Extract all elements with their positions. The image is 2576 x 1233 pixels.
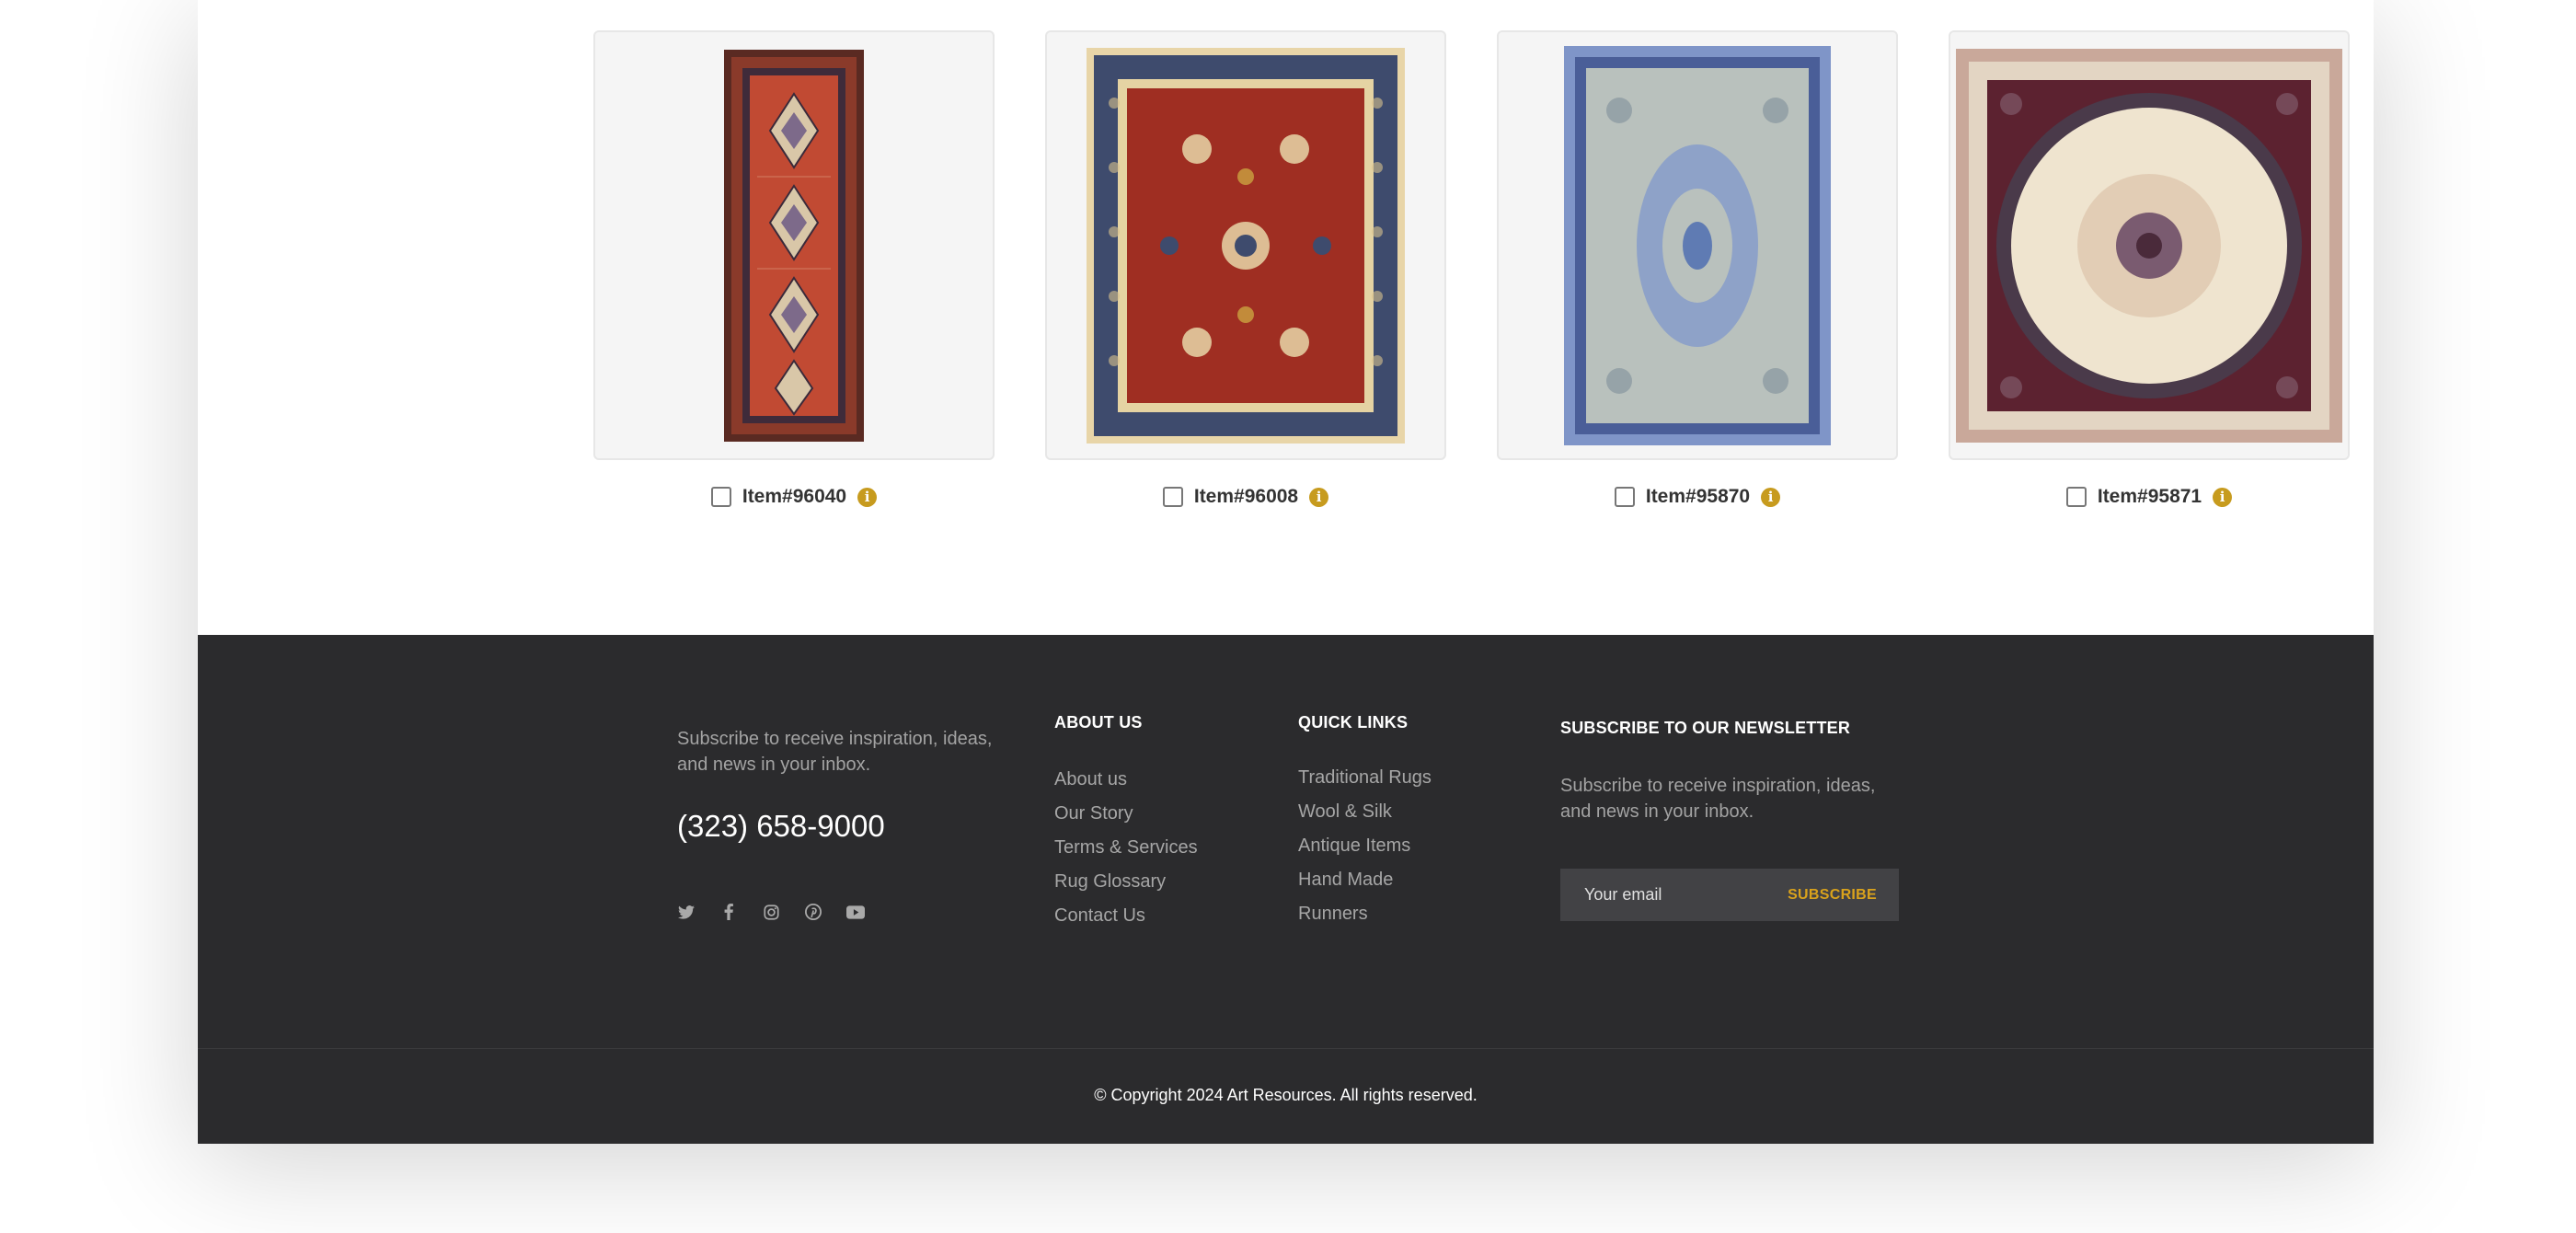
info-icon[interactable]: i: [857, 487, 878, 507]
rug-image: [1087, 47, 1405, 444]
subscribe-form: SUBSCRIBE: [1560, 869, 1899, 921]
product-card[interactable]: Item#96008 i: [1045, 30, 1446, 508]
rug-image: [1564, 45, 1831, 445]
rug-runner-image: [724, 49, 864, 442]
quick-links: Traditional Rugs Wool & Silk Antique Ite…: [1298, 766, 1432, 936]
instagram-icon[interactable]: [762, 903, 780, 921]
product-image[interactable]: [593, 30, 995, 460]
newsletter-text: Subscribe to receive inspiration, ideas,…: [1560, 776, 1876, 822]
footer-link-wool-silk[interactable]: Wool & Silk: [1298, 800, 1432, 834]
product-label-row: Item#96008 i: [1045, 486, 1446, 508]
footer-about-column: ABOUT US About us Our Story Terms & Serv…: [1054, 713, 1198, 938]
footer-link-our-story[interactable]: Our Story: [1054, 801, 1198, 835]
info-icon[interactable]: i: [1309, 487, 1329, 507]
product-card[interactable]: Item#96040 i: [593, 30, 995, 508]
compare-checkbox[interactable]: [710, 487, 731, 507]
quick-links-heading: QUICK LINKS: [1298, 713, 1409, 732]
info-icon[interactable]: i: [1761, 487, 1781, 507]
footer-tagline: Subscribe to receive inspiration, ideas,…: [677, 729, 993, 775]
footer-brand-column: Subscribe to receive inspiration, ideas,…: [677, 726, 1008, 921]
pinterest-icon[interactable]: [804, 903, 822, 921]
item-number[interactable]: Item#95871: [2098, 486, 2202, 508]
product-image[interactable]: [1949, 30, 2350, 460]
product-label-row: Item#95871 i: [1949, 486, 2350, 508]
footer-link-rug-glossary[interactable]: Rug Glossary: [1054, 870, 1198, 904]
item-number[interactable]: Item#95870: [1646, 486, 1750, 508]
footer-link-hand-made[interactable]: Hand Made: [1298, 868, 1432, 902]
footer-link-terms[interactable]: Terms & Services: [1054, 835, 1198, 870]
footer-link-traditional-rugs[interactable]: Traditional Rugs: [1298, 766, 1432, 800]
item-number[interactable]: Item#96040: [742, 486, 846, 508]
newsletter-heading: SUBSCRIBE TO OUR NEWSLETTER: [1560, 719, 1851, 737]
footer-quick-links-column: QUICK LINKS Traditional Rugs Wool & Silk…: [1298, 713, 1432, 936]
email-input[interactable]: [1584, 885, 1787, 905]
product-card[interactable]: Item#95870 i: [1497, 30, 1898, 508]
youtube-icon[interactable]: [846, 903, 865, 921]
footer-divider: [198, 1048, 2374, 1049]
about-heading: ABOUT US: [1054, 713, 1143, 732]
product-image[interactable]: [1497, 30, 1898, 460]
about-links: About us Our Story Terms & Services Rug …: [1054, 767, 1198, 938]
info-icon[interactable]: i: [2213, 487, 2233, 507]
copyright-text: © Copyright 2024 Art Resources. All righ…: [1094, 1086, 1478, 1104]
product-label-row: Item#95870 i: [1497, 486, 1898, 508]
phone-number[interactable]: (323) 658-9000: [677, 809, 1008, 844]
compare-checkbox[interactable]: [2065, 487, 2087, 507]
product-image[interactable]: [1045, 30, 1446, 460]
compare-checkbox[interactable]: [1162, 487, 1183, 507]
main-content: Item#96040 i Item#96008 i Item#95870 i I…: [198, 0, 2374, 635]
site-footer: Subscribe to receive inspiration, ideas,…: [198, 635, 2374, 1144]
twitter-icon[interactable]: [677, 903, 696, 921]
footer-link-antique-items[interactable]: Antique Items: [1298, 834, 1432, 868]
footer-link-runners[interactable]: Runners: [1298, 902, 1432, 936]
item-number[interactable]: Item#96008: [1194, 486, 1298, 508]
footer-link-about-us[interactable]: About us: [1054, 767, 1198, 801]
footer-link-contact-us[interactable]: Contact Us: [1054, 904, 1198, 938]
social-links: [677, 903, 1008, 921]
product-card[interactable]: Item#95871 i: [1949, 30, 2350, 508]
compare-checkbox[interactable]: [1614, 487, 1635, 507]
rug-image: [1956, 48, 2342, 443]
subscribe-button[interactable]: SUBSCRIBE: [1788, 887, 1877, 904]
footer-newsletter-column: SUBSCRIBE TO OUR NEWSLETTER Subscribe to…: [1560, 719, 1899, 921]
facebook-icon[interactable]: [719, 903, 738, 921]
product-label-row: Item#96040 i: [593, 486, 995, 508]
